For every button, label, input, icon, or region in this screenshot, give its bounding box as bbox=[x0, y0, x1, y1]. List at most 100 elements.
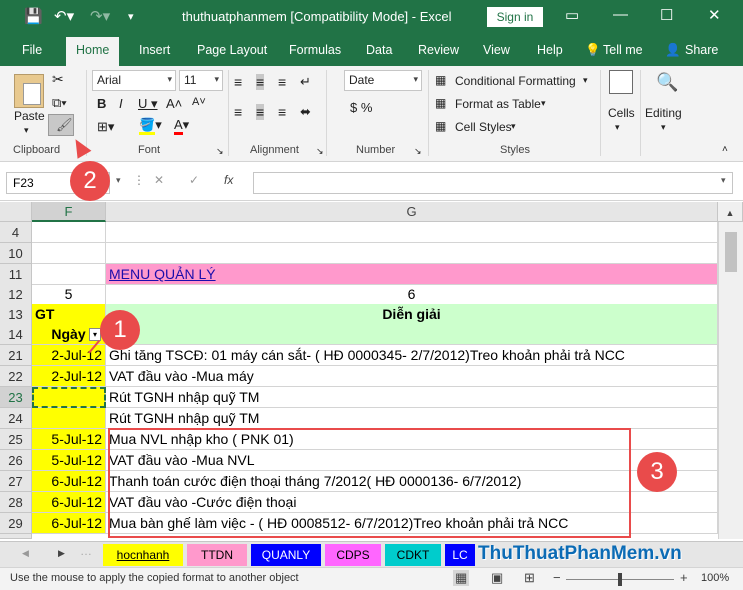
worksheet-grid[interactable]: F G ▲ 4 10 11 MENU QUẢN LÝ 12 5 6 13 GT Diễn giải… bbox=[0, 202, 743, 539]
zoom-in-button[interactable]: + bbox=[680, 570, 688, 585]
cell-f25[interactable]: 5-Jul-12 bbox=[32, 429, 106, 450]
middle-align-icon[interactable]: ≡ bbox=[256, 74, 265, 90]
cell-styles-icon[interactable]: ▦ bbox=[435, 119, 446, 133]
cut-icon[interactable]: ✂ bbox=[52, 71, 64, 88]
scroll-up-icon[interactable]: ▲ bbox=[718, 202, 743, 222]
font-color-icon[interactable]: A▾ bbox=[174, 117, 189, 135]
top-align-icon[interactable]: ≡ bbox=[234, 74, 242, 90]
tab-page-layout[interactable]: Page Layout bbox=[197, 43, 267, 57]
tab-file[interactable]: File bbox=[22, 43, 42, 57]
tab-help[interactable]: Help bbox=[537, 43, 563, 57]
cell-f22[interactable]: 2-Jul-12 bbox=[32, 366, 106, 387]
cell-g14[interactable] bbox=[106, 324, 718, 345]
cell-f29[interactable]: 6-Jul-12 bbox=[32, 513, 106, 534]
tab-insert[interactable]: Insert bbox=[139, 43, 170, 57]
row-header-25[interactable]: 25 bbox=[0, 429, 32, 450]
tab-view[interactable]: View bbox=[483, 43, 510, 57]
normal-view-icon[interactable]: ▦ bbox=[453, 570, 470, 586]
enter-icon[interactable]: ✓ bbox=[189, 173, 199, 187]
sheet-tab-ttdn[interactable]: TTDN bbox=[187, 544, 247, 566]
row-header-11[interactable]: 11 bbox=[0, 264, 32, 285]
page-break-view-icon[interactable]: ⊞ bbox=[524, 570, 535, 586]
close-icon[interactable]: ✕ bbox=[708, 6, 721, 24]
expand-formula-bar-icon[interactable]: ▾ bbox=[721, 175, 726, 186]
row-header-29[interactable]: 29 bbox=[0, 513, 32, 534]
cells-dropdown-icon[interactable]: ▾ bbox=[615, 122, 620, 133]
tab-tell-me[interactable]: Tell me bbox=[603, 43, 643, 57]
bottom-align-icon[interactable]: ≡ bbox=[278, 74, 286, 90]
format-as-table-button[interactable]: Format as Table bbox=[455, 97, 541, 111]
row-header-12[interactable]: 12 bbox=[0, 284, 32, 305]
format-painter-icon[interactable]: 🖌 bbox=[48, 114, 74, 136]
redo-icon[interactable]: ↷▾ bbox=[90, 7, 110, 25]
merge-center-icon[interactable]: ⬌ bbox=[300, 104, 311, 120]
cell-g21[interactable]: Ghi tăng TSCĐ: 01 máy cán sắt- ( HĐ 0000… bbox=[106, 345, 718, 366]
paste-icon[interactable] bbox=[14, 74, 44, 108]
copy-icon[interactable]: ⧉▾ bbox=[52, 95, 67, 111]
cell-styles-button[interactable]: Cell Styles bbox=[455, 120, 512, 134]
collapse-ribbon-icon[interactable]: ˄ bbox=[722, 144, 728, 155]
customize-qat-icon[interactable]: ▾ bbox=[128, 10, 134, 23]
cell-g24[interactable]: Rút TGNH nhập quỹ TM bbox=[106, 408, 718, 429]
cell-g12[interactable]: 6 bbox=[106, 284, 718, 305]
maximize-icon[interactable]: ☐ bbox=[660, 6, 673, 24]
page-layout-view-icon[interactable]: ▣ bbox=[491, 570, 503, 586]
fill-color-icon[interactable]: 🪣▾ bbox=[139, 117, 162, 135]
row-header-28[interactable]: 28 bbox=[0, 492, 32, 513]
vertical-scrollbar[interactable] bbox=[718, 222, 743, 539]
sign-in-button[interactable]: Sign in bbox=[487, 7, 543, 27]
tab-formulas[interactable]: Formulas bbox=[289, 43, 341, 57]
zoom-slider-thumb[interactable] bbox=[618, 573, 622, 586]
underline-button[interactable]: U ▾ bbox=[138, 96, 158, 112]
ribbon-display-options-icon[interactable]: ▭ bbox=[565, 6, 579, 24]
borders-icon[interactable]: ⊞▾ bbox=[97, 119, 114, 135]
row-header-23[interactable]: 23 bbox=[0, 387, 32, 408]
format-as-table-icon[interactable]: ▦ bbox=[435, 96, 446, 110]
name-box-dropdown-icon[interactable]: ▾ bbox=[116, 175, 121, 186]
share-button[interactable]: Share bbox=[685, 43, 718, 57]
formula-input[interactable] bbox=[253, 172, 733, 194]
sheet-tab-quanly[interactable]: QUANLY bbox=[251, 544, 321, 566]
cell-g11[interactable]: MENU QUẢN LÝ bbox=[106, 264, 718, 285]
cell-f27[interactable]: 6-Jul-12 bbox=[32, 471, 106, 492]
decrease-font-icon[interactable]: A˅ bbox=[192, 96, 206, 108]
sheet-scroll-right-icon[interactable]: ▶ bbox=[58, 548, 65, 559]
row-header-4[interactable]: 4 bbox=[0, 222, 32, 243]
italic-button[interactable]: I bbox=[119, 96, 123, 111]
cell-f24[interactable] bbox=[32, 408, 106, 429]
editing-dropdown-icon[interactable]: ▾ bbox=[661, 122, 666, 133]
tab-review[interactable]: Review bbox=[418, 43, 459, 57]
cell-g22[interactable]: VAT đầu vào -Mua máy bbox=[106, 366, 718, 387]
cell-g13[interactable]: Diễn giải bbox=[106, 304, 718, 325]
align-center-icon[interactable]: ≡ bbox=[256, 104, 265, 120]
cells-icon[interactable] bbox=[609, 70, 633, 94]
cell-f26[interactable]: 5-Jul-12 bbox=[32, 450, 106, 471]
row-header-27[interactable]: 27 bbox=[0, 471, 32, 492]
cell-g23[interactable]: Rút TGNH nhập quỹ TM bbox=[106, 387, 718, 408]
row-header-13[interactable]: 13 bbox=[0, 304, 32, 325]
align-right-icon[interactable]: ≡ bbox=[278, 104, 286, 120]
cell-f10[interactable] bbox=[32, 243, 106, 264]
conditional-formatting-button[interactable]: Conditional Formatting bbox=[455, 74, 576, 88]
sheet-tab-lc[interactable]: LC bbox=[445, 544, 475, 566]
paste-dropdown-icon[interactable]: ▾ bbox=[24, 125, 29, 136]
increase-font-icon[interactable]: A˄ bbox=[166, 96, 182, 111]
zoom-level[interactable]: 100% bbox=[701, 572, 729, 584]
row-header-26[interactable]: 26 bbox=[0, 450, 32, 471]
align-left-icon[interactable]: ≡ bbox=[234, 104, 242, 120]
row-header-21[interactable]: 21 bbox=[0, 345, 32, 366]
cell-f28[interactable]: 6-Jul-12 bbox=[32, 492, 106, 513]
tab-data[interactable]: Data bbox=[366, 43, 392, 57]
cell-f13[interactable]: GT bbox=[32, 304, 106, 325]
paste-button[interactable]: Paste bbox=[14, 109, 45, 123]
undo-icon[interactable]: ↶▾ bbox=[54, 7, 74, 25]
cells-button[interactable]: Cells bbox=[608, 106, 635, 120]
sheet-scroll-left-icon[interactable]: ◀ bbox=[22, 548, 29, 559]
row-header-10[interactable]: 10 bbox=[0, 243, 32, 264]
font-name-select[interactable]: Arial ▾ bbox=[92, 70, 176, 91]
row-header-14[interactable]: 14 bbox=[0, 324, 32, 345]
cell-g4[interactable] bbox=[106, 222, 718, 243]
alignment-dialog-launcher-icon[interactable]: ↘ bbox=[316, 146, 324, 157]
row-header-24[interactable]: 24 bbox=[0, 408, 32, 429]
sheet-tab-cdps[interactable]: CDPS bbox=[325, 544, 381, 566]
